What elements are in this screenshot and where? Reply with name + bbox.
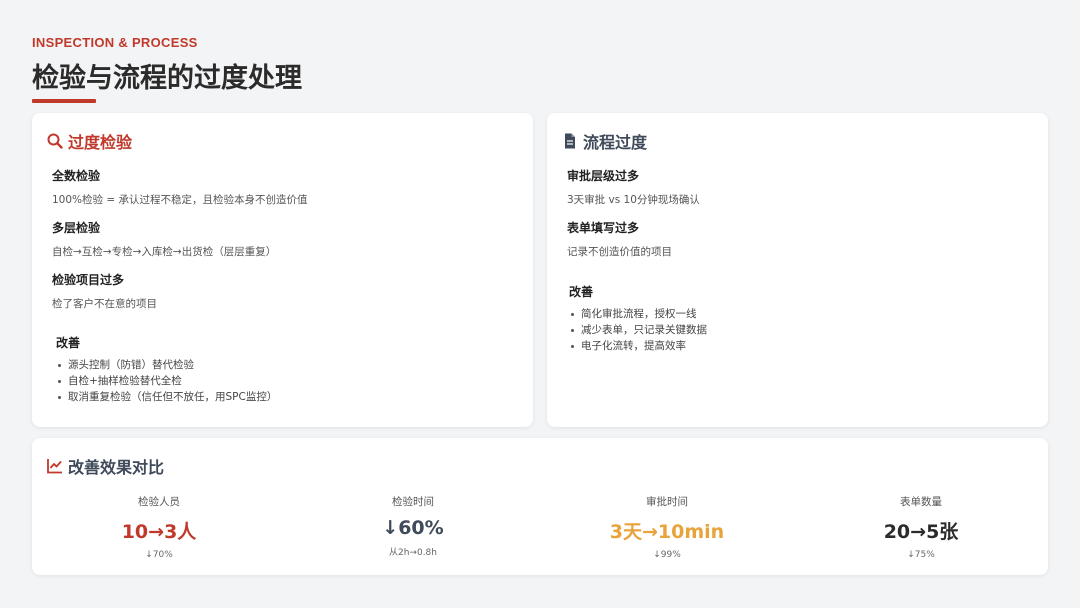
inspection-improve-list: 源头控制（防错）替代检验 自检+抽样检验替代全检 取消重复检验（信任但不放任，用… bbox=[56, 357, 277, 405]
process-card: 流程过度 审批层级过多 3天审批 vs 10分钟现场确认 表单填写过多 记录不创… bbox=[547, 113, 1048, 427]
process-item: 表单填写过多 记录不创造价值的项目 bbox=[567, 219, 672, 259]
inspection-item-heading: 全数检验 bbox=[52, 169, 101, 183]
search-icon bbox=[46, 132, 64, 150]
metric-value: 3天→10min bbox=[609, 521, 725, 543]
metric-value: ↓60% bbox=[382, 517, 444, 539]
metric-label: 检验时间 bbox=[392, 496, 434, 508]
inspection-item: 检验项目过多 检了客户不在意的项目 bbox=[52, 271, 157, 311]
comparison-card: 改善效果对比 检验人员 10→3人 ↓70% 检验时间 ↓60% 从2h→0.8… bbox=[32, 438, 1048, 575]
comparison-card-title: 改善效果对比 bbox=[68, 458, 165, 477]
metric-label: 检验人员 bbox=[138, 496, 180, 508]
inspection-item: 全数检验 100%检验 = 承认过程不稳定，且检验本身不创造价值 bbox=[52, 167, 308, 207]
process-item-heading: 审批层级过多 bbox=[567, 169, 640, 183]
metric-sub: ↓99% bbox=[653, 550, 681, 560]
metric-sub: 从2h→0.8h bbox=[389, 548, 437, 558]
metric-approval-time: 审批时间 3天→10min ↓99% bbox=[540, 494, 794, 560]
metric-inspection-staff: 检验人员 10→3人 ↓70% bbox=[32, 494, 286, 560]
inspection-card-header: 过度检验 bbox=[46, 129, 132, 153]
process-item-desc: 记录不创造价值的项目 bbox=[567, 246, 672, 258]
process-item-desc: 3天审批 vs 10分钟现场确认 bbox=[567, 194, 700, 206]
metric-inspection-time: 检验时间 ↓60% 从2h→0.8h bbox=[286, 494, 540, 560]
process-improve-list: 简化审批流程，授权一线 减少表单，只记录关键数据 电子化流转，提高效率 bbox=[569, 306, 707, 354]
title-underline bbox=[32, 99, 96, 103]
inspection-item-desc: 100%检验 = 承认过程不稳定，且检验本身不创造价值 bbox=[52, 194, 308, 206]
line-chart-icon bbox=[46, 457, 64, 475]
inspection-item-heading: 多层检验 bbox=[52, 221, 101, 235]
process-improve-label: 改善 bbox=[569, 285, 594, 299]
metric-sub: ↓75% bbox=[907, 550, 935, 560]
process-item-heading: 表单填写过多 bbox=[567, 221, 640, 235]
inspection-item: 多层检验 自检→互检→专检→入库检→出货检（层层重复） bbox=[52, 219, 276, 259]
inspection-item-desc: 检了客户不在意的项目 bbox=[52, 298, 157, 310]
inspection-item-desc: 自检→互检→专检→入库检→出货检（层层重复） bbox=[52, 246, 277, 258]
list-item: 源头控制（防错）替代检验 bbox=[56, 357, 277, 373]
document-icon bbox=[561, 132, 579, 150]
metric-form-count: 表单数量 20→5张 ↓75% bbox=[794, 494, 1048, 560]
eyebrow-label: INSPECTION & PROCESS bbox=[32, 35, 198, 50]
list-item: 取消重复检验（信任但不放任，用SPC监控） bbox=[56, 389, 277, 405]
page-title: 检验与流程的过度处理 bbox=[32, 63, 302, 94]
metric-label: 审批时间 bbox=[646, 496, 688, 508]
metric-label: 表单数量 bbox=[900, 496, 942, 508]
list-item: 自检+抽样检验替代全检 bbox=[56, 373, 277, 389]
list-item: 简化审批流程，授权一线 bbox=[569, 306, 707, 322]
metric-value: 20→5张 bbox=[883, 521, 959, 543]
metric-sub: ↓70% bbox=[145, 550, 173, 560]
inspection-card-title: 过度检验 bbox=[68, 133, 133, 152]
list-item: 减少表单，只记录关键数据 bbox=[569, 322, 707, 338]
inspection-card: 过度检验 全数检验 100%检验 = 承认过程不稳定，且检验本身不创造价值 多层… bbox=[32, 113, 533, 427]
inspection-improve-label: 改善 bbox=[56, 336, 81, 350]
process-item: 审批层级过多 3天审批 vs 10分钟现场确认 bbox=[567, 167, 700, 207]
metrics-row: 检验人员 10→3人 ↓70% 检验时间 ↓60% 从2h→0.8h 审批时间 … bbox=[32, 494, 1048, 560]
inspection-item-heading: 检验项目过多 bbox=[52, 273, 125, 287]
metric-value: 10→3人 bbox=[121, 521, 197, 543]
process-card-header: 流程过度 bbox=[561, 129, 647, 153]
comparison-card-header: 改善效果对比 bbox=[46, 454, 164, 478]
list-item: 电子化流转，提高效率 bbox=[569, 338, 707, 354]
process-card-title: 流程过度 bbox=[583, 133, 648, 152]
